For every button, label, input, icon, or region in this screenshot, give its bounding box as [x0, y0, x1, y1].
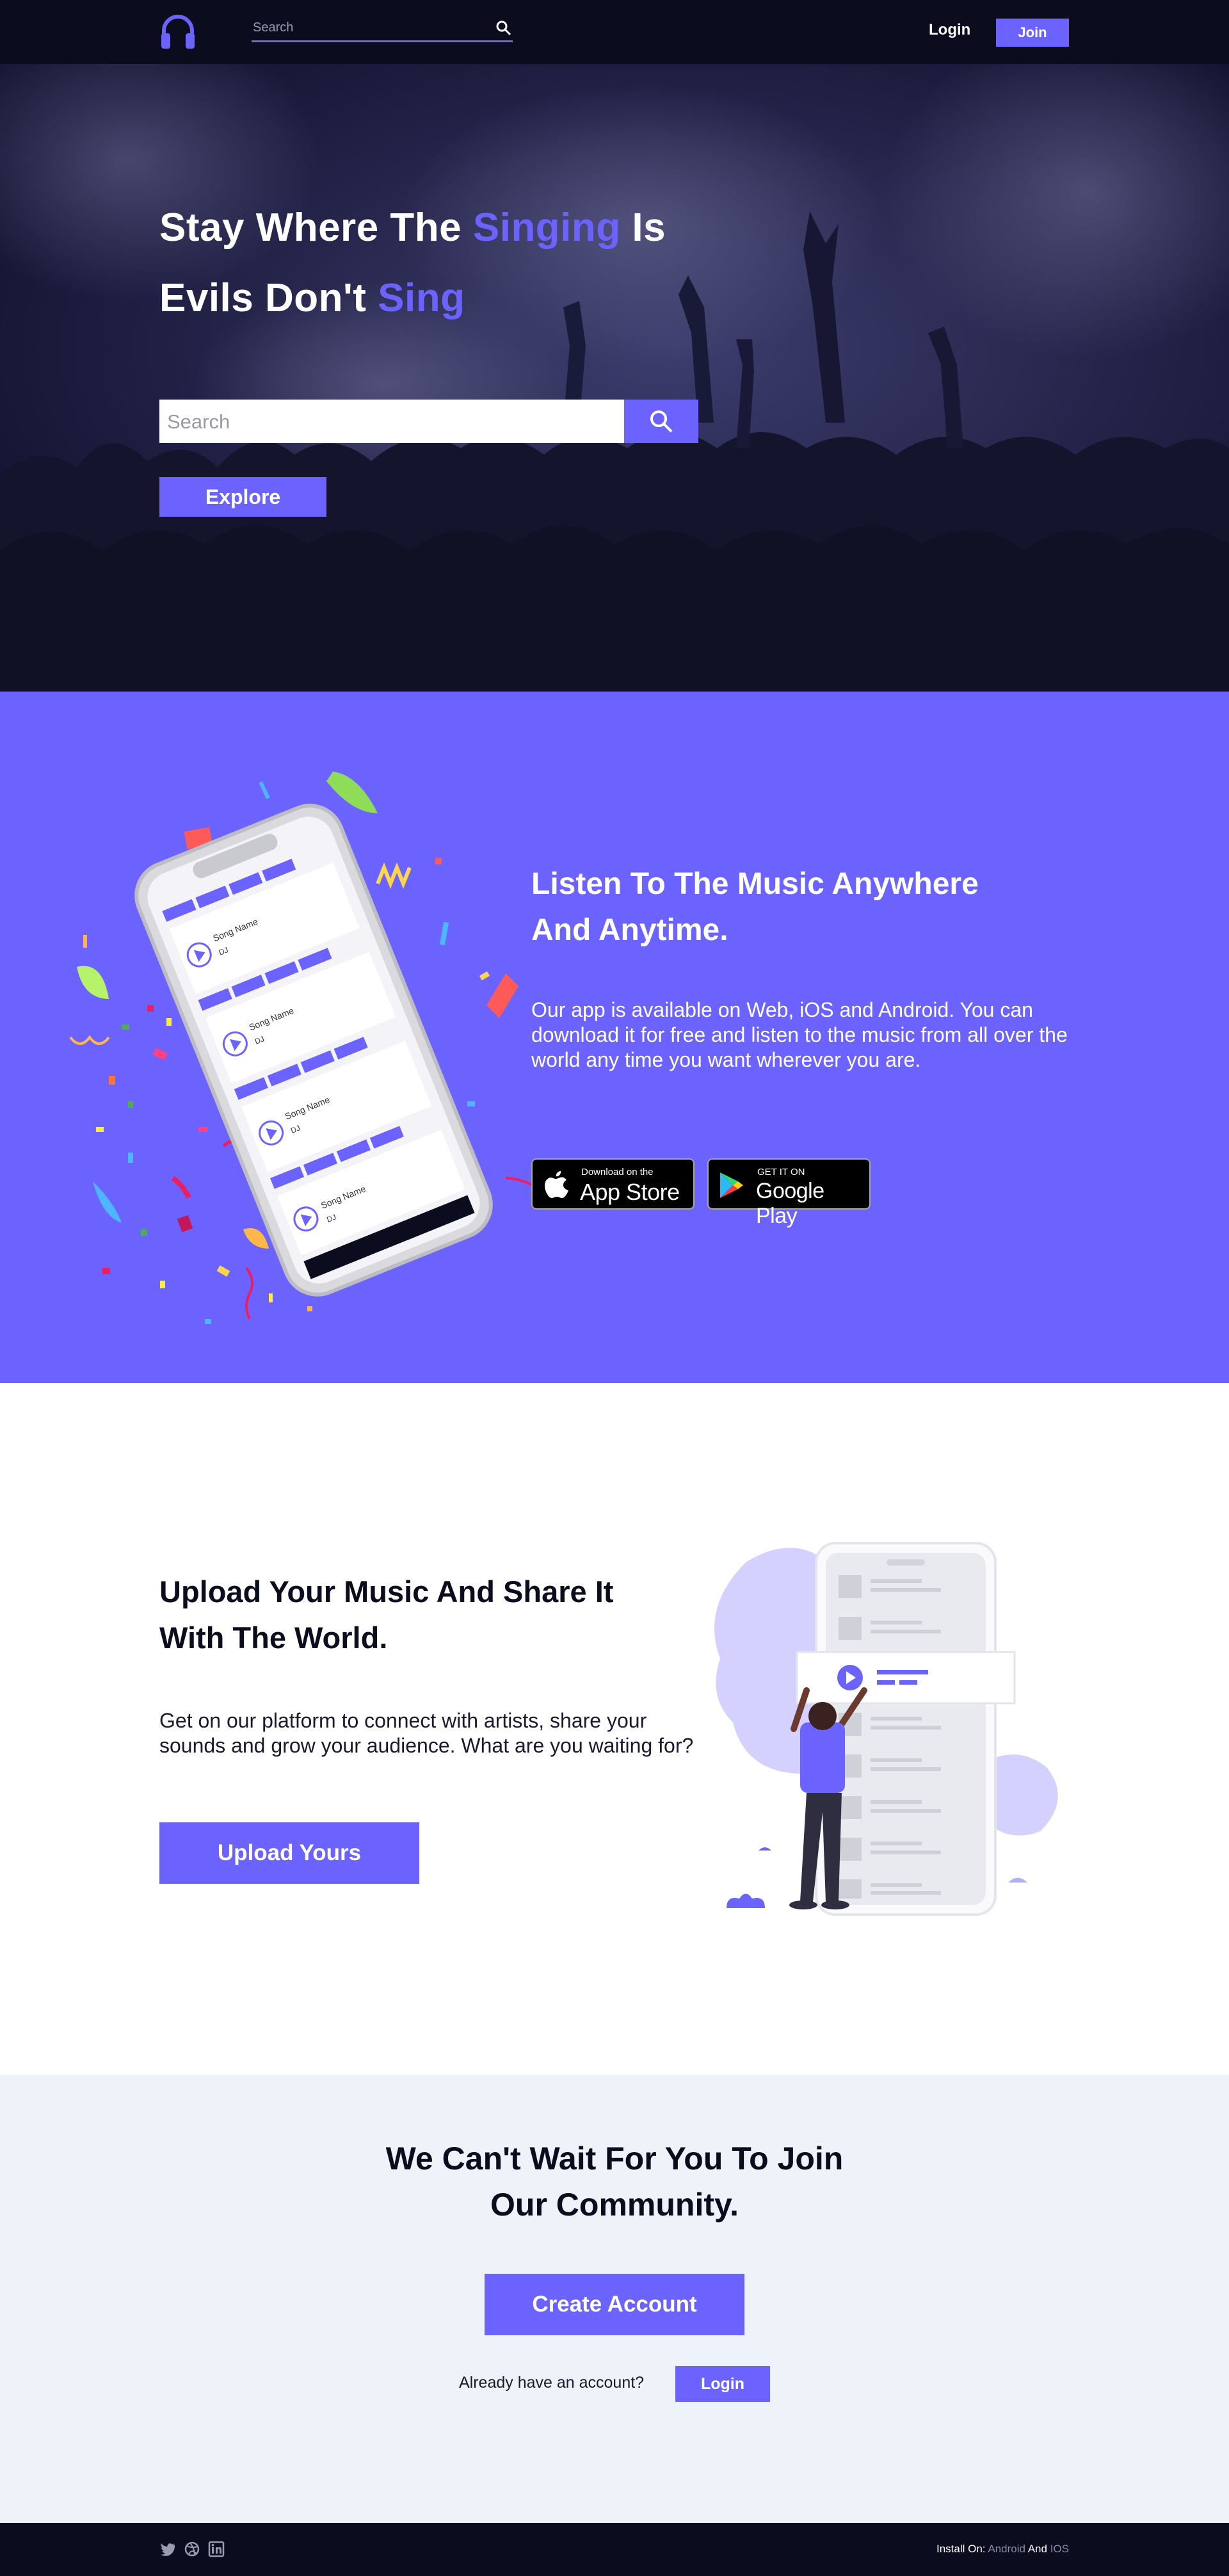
app-store-badge[interactable]: Download on the App Store: [531, 1158, 695, 1210]
google-play-big-label: Google Play: [756, 1179, 824, 1228]
explore-button[interactable]: Explore: [159, 477, 326, 517]
headphones-logo-icon[interactable]: [159, 12, 197, 51]
nav-login-link[interactable]: Login: [929, 21, 970, 39]
hero-search-button[interactable]: [624, 400, 698, 443]
nav-search-placeholder: Search: [253, 20, 294, 35]
upload-music-illustration: [714, 1542, 1058, 1916]
hero-accent-sing: Sing: [378, 276, 465, 320]
google-play-badge[interactable]: GET IT ON Google Play: [707, 1158, 871, 1228]
create-account-button[interactable]: Create Account: [485, 2274, 744, 2335]
twitter-icon[interactable]: [159, 2541, 176, 2557]
footer: Install On: Android And IOS: [0, 2523, 1229, 2576]
apple-icon: [545, 1171, 568, 1198]
hero-accent-singing: Singing: [472, 206, 621, 250]
app-store-small-label: Download on the: [581, 1167, 654, 1178]
concert-crowd-background: [0, 64, 1229, 692]
upload-section: Upload Your Music And Share It With The W…: [0, 1383, 1229, 2075]
community-title: We Can't Wait For You To Join Our Communi…: [385, 2141, 844, 2223]
search-icon: [650, 410, 673, 433]
dribbble-icon[interactable]: [184, 2541, 200, 2557]
app-download-section: Song Name DJ Song Name DJ Song Name DJ S…: [0, 692, 1229, 1383]
upload-yours-button[interactable]: Upload Yours: [159, 1822, 419, 1884]
upload-section-title: Upload Your Music And Share It With The W…: [159, 1575, 614, 1655]
hero-search-placeholder: Search: [167, 410, 230, 433]
phone-confetti-illustration: Song Name DJ Song Name DJ Song Name DJ S…: [69, 772, 532, 1324]
app-section-title: Listen To The Music Anywhere And Anytime.: [531, 867, 979, 947]
search-icon[interactable]: [495, 19, 513, 37]
navbar: Search Login Join: [0, 0, 1229, 64]
community-section: We Can't Wait For You To Join Our Communi…: [0, 2075, 1229, 2523]
app-section-description: Our app is available on Web, iOS and And…: [531, 998, 1068, 1071]
hero-section: Stay Where The Singing Is Evils Don't Si…: [0, 64, 1229, 692]
linkedin-icon[interactable]: [208, 2541, 225, 2557]
hero-search-input[interactable]: Search: [159, 400, 624, 443]
hero-title-line1: Stay Where The Singing Is: [159, 206, 666, 250]
google-play-icon: [720, 1172, 743, 1198]
ios-link[interactable]: IOS: [1050, 2543, 1069, 2555]
social-icons: [159, 2541, 225, 2559]
community-login-button[interactable]: Login: [675, 2366, 770, 2402]
upload-section-description: Get on our platform to connect with arti…: [159, 1709, 694, 1757]
app-store-big-label: App Store: [580, 1179, 680, 1205]
hero-title-line2: Evils Don't Sing: [159, 276, 465, 320]
install-on-text: Install On: Android And IOS: [936, 2543, 1069, 2555]
nav-search-input[interactable]: Search: [252, 18, 513, 42]
already-have-account-text: Already have an account?: [459, 2374, 645, 2392]
google-play-small-label: GET IT ON: [757, 1167, 805, 1178]
nav-join-button[interactable]: Join: [996, 19, 1069, 47]
android-link[interactable]: Android: [988, 2543, 1025, 2555]
